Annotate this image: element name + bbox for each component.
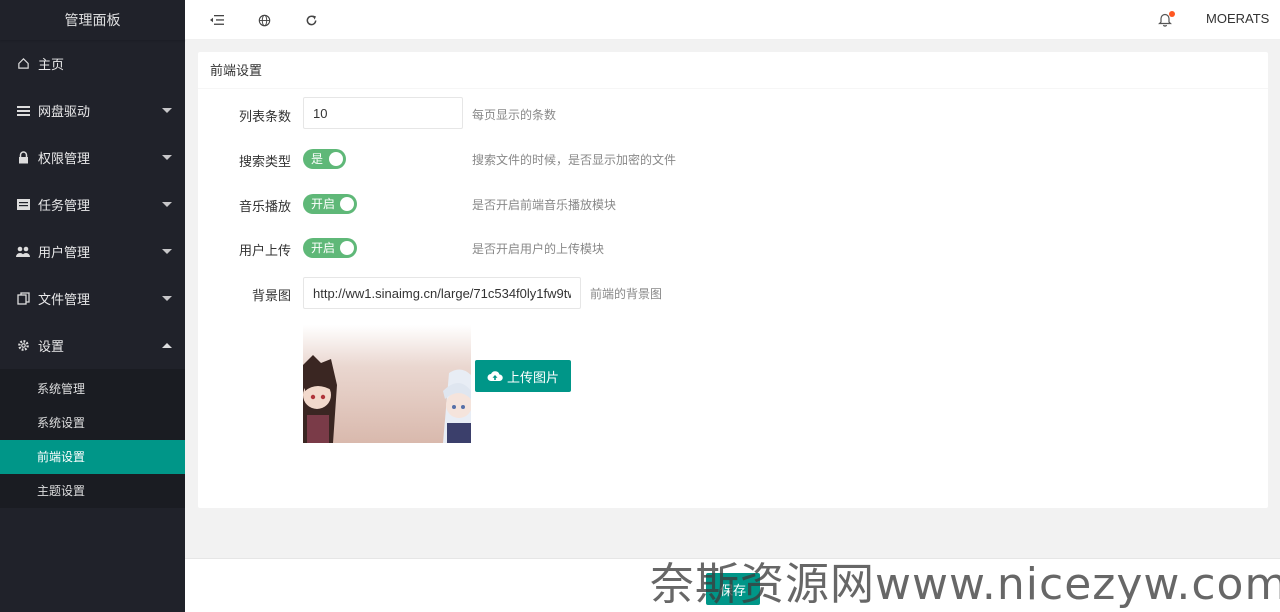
page-size-label: 列表条数 — [238, 109, 291, 124]
globe-icon[interactable] — [256, 12, 272, 28]
list-icon — [16, 104, 30, 118]
form-footer: 保存 — [185, 558, 1280, 612]
chevron-down-icon — [162, 155, 172, 160]
switch-text: 是 — [311, 152, 324, 166]
sidebar-item-label: 用户管理 — [38, 245, 91, 260]
chevron-down-icon — [162, 108, 172, 113]
home-icon — [16, 57, 30, 71]
sidebar-item-files[interactable]: 文件管理 — [0, 275, 185, 322]
music-desc: 是否开启前端音乐播放模块 — [472, 198, 617, 212]
card-title: 前端设置 — [198, 52, 1268, 89]
sidebar: 管理面板 主页 网盘驱动 权限管理 任务管理 用户管理 文件管理 设置 系统管理… — [0, 0, 185, 612]
page-size-desc: 每页显示的条数 — [472, 108, 557, 122]
submenu-system-management[interactable]: 系统管理 — [0, 372, 185, 406]
page-size-input[interactable] — [303, 97, 463, 129]
search-type-switch[interactable]: 是 — [303, 149, 346, 169]
settings-card: 前端设置 列表条数 每页显示的条数 搜索类型 是 搜索文件的时候，是否显示加密的… — [198, 52, 1268, 508]
sidebar-item-label: 设置 — [38, 339, 65, 354]
background-label: 背景图 — [251, 288, 291, 303]
refresh-icon[interactable] — [303, 12, 319, 28]
menu-fold-icon[interactable] — [209, 12, 225, 28]
notification-dot — [1169, 11, 1175, 17]
upload-switch[interactable]: 开启 — [303, 238, 357, 258]
files-icon — [16, 292, 30, 306]
upload-image-label: 上传图片 — [506, 369, 559, 385]
submenu-frontend-settings[interactable]: 前端设置 — [0, 440, 185, 474]
sidebar-item-label: 文件管理 — [38, 292, 91, 307]
switch-knob — [340, 197, 354, 211]
top-header: MOERATS — [185, 0, 1280, 61]
music-switch[interactable]: 开启 — [303, 194, 357, 214]
sidebar-item-label: 任务管理 — [38, 198, 91, 213]
username: MOERATS — [1206, 11, 1270, 26]
sidebar-item-drive[interactable]: 网盘驱动 — [0, 87, 185, 134]
switch-knob — [329, 152, 343, 166]
search-type-label: 搜索类型 — [238, 154, 291, 169]
sidebar-title: 管理面板 — [0, 0, 185, 40]
bell-icon[interactable] — [1158, 11, 1175, 28]
chevron-down-icon — [162, 249, 172, 254]
sidebar-item-settings[interactable]: 设置 — [0, 322, 185, 369]
sidebar-item-users[interactable]: 用户管理 — [0, 228, 185, 275]
chevron-up-icon — [162, 343, 172, 348]
sidebar-item-label: 主页 — [38, 57, 65, 72]
upload-label: 用户上传 — [238, 243, 291, 258]
switch-knob — [340, 241, 354, 255]
background-preview-image — [303, 325, 471, 443]
chevron-down-icon — [162, 296, 172, 301]
sidebar-item-permissions[interactable]: 权限管理 — [0, 134, 185, 181]
sidebar-item-label: 网盘驱动 — [38, 104, 91, 119]
sidebar-item-label: 权限管理 — [38, 151, 91, 166]
settings-submenu: 系统管理 系统设置 前端设置 主题设置 — [0, 369, 185, 508]
submenu-theme-settings[interactable]: 主题设置 — [0, 474, 185, 508]
user-menu[interactable]: MOERATS — [1206, 0, 1280, 61]
music-label: 音乐播放 — [238, 199, 291, 214]
switch-text: 开启 — [311, 241, 336, 255]
sidebar-item-tasks[interactable]: 任务管理 — [0, 181, 185, 228]
cloud-upload-icon — [487, 371, 503, 381]
upload-desc: 是否开启用户的上传模块 — [472, 242, 605, 256]
sidebar-item-home[interactable]: 主页 — [0, 40, 185, 87]
chevron-down-icon — [162, 202, 172, 207]
background-desc: 前端的背景图 — [590, 287, 663, 301]
gear-icon — [16, 339, 30, 353]
task-icon — [16, 198, 30, 212]
save-button[interactable]: 保存 — [706, 573, 760, 605]
users-icon — [16, 245, 30, 259]
upload-image-button[interactable]: 上传图片 — [475, 360, 571, 392]
switch-text: 开启 — [311, 197, 336, 211]
search-type-desc: 搜索文件的时候，是否显示加密的文件 — [472, 153, 677, 167]
lock-icon — [16, 151, 30, 165]
submenu-system-settings[interactable]: 系统设置 — [0, 406, 185, 440]
background-url-input[interactable] — [303, 277, 581, 309]
